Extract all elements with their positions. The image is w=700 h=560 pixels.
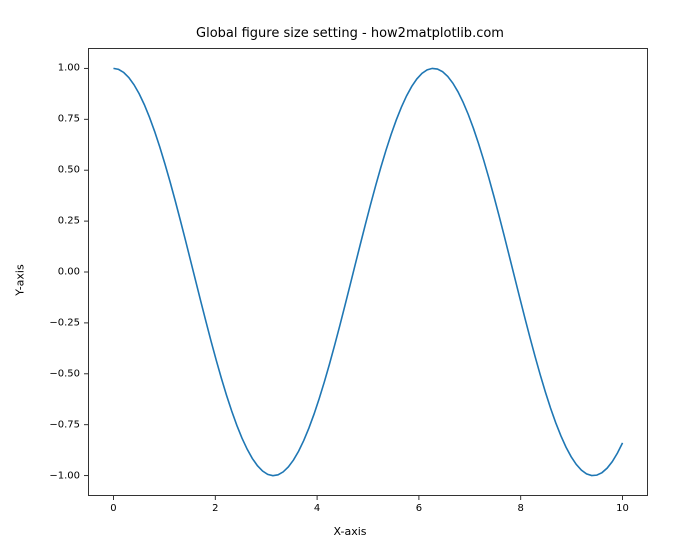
figure: Global figure size setting - how2matplot… (0, 0, 700, 560)
y-tick-group (84, 68, 88, 475)
chart-title: Global figure size setting - how2matplot… (0, 26, 700, 41)
y-tick-label: −0.25 (49, 317, 80, 328)
y-axis-label: Y-axis (14, 264, 27, 295)
axes-spine (89, 49, 648, 496)
x-tick-label: 0 (110, 503, 116, 514)
y-tick-label: −0.50 (49, 368, 80, 379)
y-tick-label: 0.75 (58, 114, 80, 125)
y-tick-label: 0.50 (58, 165, 80, 176)
x-axis-label: X-axis (0, 525, 700, 538)
x-tick-label: 8 (518, 503, 524, 514)
line-series (113, 68, 622, 475)
x-tick-label: 2 (212, 503, 218, 514)
y-tick-label: −0.75 (49, 419, 80, 430)
axes-svg (88, 48, 648, 496)
y-tick-label: 1.00 (58, 63, 80, 74)
plot-axes: 0246810 −1.00−0.75−0.50−0.250.000.250.50… (88, 48, 648, 496)
y-tick-label: 0.25 (58, 216, 80, 227)
x-tick-group (113, 496, 622, 500)
x-tick-label: 6 (416, 503, 422, 514)
y-tick-label: −1.00 (49, 470, 80, 481)
x-tick-label: 4 (314, 503, 320, 514)
y-tick-label: 0.00 (58, 267, 80, 278)
x-tick-label: 10 (616, 503, 629, 514)
